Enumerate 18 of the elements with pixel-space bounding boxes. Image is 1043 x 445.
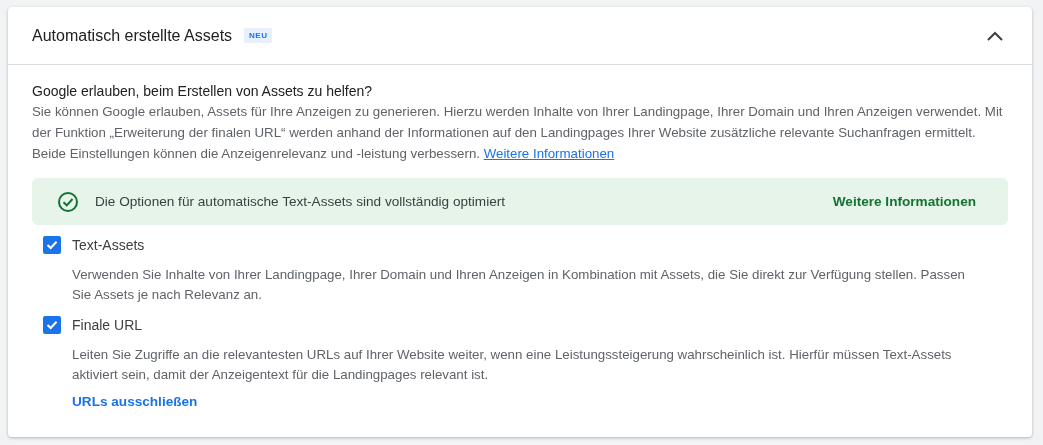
learn-more-link[interactable]: Weitere Informationen	[483, 146, 615, 161]
checkbox[interactable]	[43, 316, 61, 334]
option-description: Verwenden Sie Inhalte von Ihrer Landingpage, Ihrer Domain und Ihren Anzeigen in Kombination mit Assets, die Sie direkt zur Verfügung stellen. Passen Sie Assets je nach Relevanz an.	[72, 266, 966, 304]
option-label: Finale URL	[72, 317, 143, 333]
learn-more-link[interactable]: Weitere Informationen	[832, 194, 976, 209]
new-badge: NEU	[244, 28, 273, 43]
banner-message: Die Optionen für automatische Text-Assets sind vollständig optimiert	[95, 194, 506, 209]
intro-paragraph: Sie können Google erlauben, Assets für Ihre Anzeigen zu generieren. Hierzu werden Inhalte von Ihrer Landingpage, Ihrer Domain und Ihren Anzeigen verwendet. Mit der Funktion „Erweiterung der finalen URL“ werden anhand der Informationen auf den Landingpages Ihrer Website zusätzliche relevante Suchanfragen ermittelt. Beide Einstellungen können die Anzeigenrelevanz und -leistung verbessern. Weitere Informationen	[32, 103, 1004, 163]
chevron-up-icon	[986, 29, 1004, 42]
option-label: Text-Assets	[72, 237, 145, 253]
exclude-urls-link[interactable]: URLs ausschließen	[72, 394, 198, 409]
panel-title: Automatisch erstellte Assets	[32, 26, 233, 45]
checkmark-icon	[45, 318, 59, 332]
option-description: Leiten Sie Zugriffe an die relevantesten URLs auf Ihrer Website weiter, wenn eine Leistungssteigerung wahrscheinlich ist. Hierfür müssen Text-Assets aktiviert sein, damit der Anzeigentext für die Landingpages relevant ist.	[72, 346, 953, 384]
checkmark-icon	[45, 238, 59, 252]
checkbox[interactable]	[43, 236, 61, 254]
section-heading: Google erlauben, beim Erstellen von Assets zu helfen?	[32, 82, 374, 101]
check-circle-icon	[57, 190, 79, 213]
